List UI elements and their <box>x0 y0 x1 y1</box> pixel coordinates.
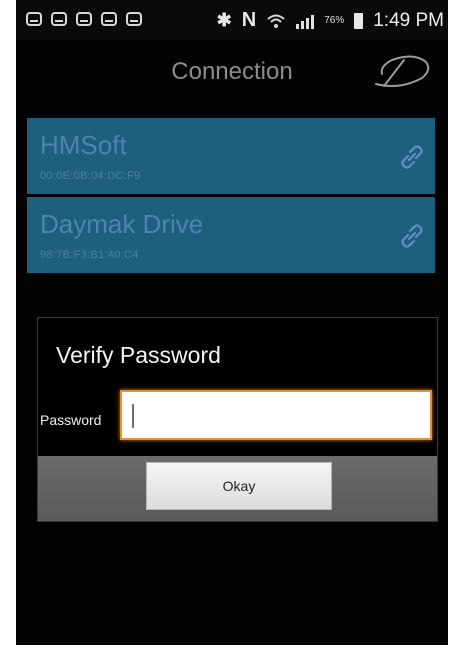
device-item-hmsoft[interactable]: HMSoft 00:0E:0B:04:DC:F9 <box>27 118 435 194</box>
device-address: 98:7B:F3:B1:40:C4 <box>40 249 139 261</box>
clock: 1:49 PM <box>373 9 444 31</box>
wifi-icon <box>267 14 285 28</box>
battery-percent: 76% <box>324 15 345 26</box>
password-label: Password <box>40 412 102 428</box>
device-address: 00:0E:0B:04:DC:F9 <box>40 170 141 182</box>
nfc-icon: N <box>241 9 257 31</box>
status-bar: ✱ N 76% 1:49 PM <box>16 0 448 40</box>
signal-icon <box>296 13 315 29</box>
verify-password-dialog: Verify Password Password Okay <box>37 317 438 522</box>
notification-icons <box>26 12 142 26</box>
app-header: Connection <box>16 40 448 108</box>
battery-icon <box>354 12 364 29</box>
bluetooth-icon: ✱ <box>216 10 232 30</box>
message-icon <box>26 12 42 26</box>
device-name: HMSoft <box>40 130 127 160</box>
message-icon <box>101 12 117 26</box>
device-name: Daymak Drive <box>40 209 204 239</box>
daymak-logo <box>375 55 430 87</box>
link-icon[interactable] <box>399 223 425 249</box>
okay-button[interactable]: Okay <box>146 462 332 510</box>
message-icon <box>126 12 142 26</box>
password-input[interactable] <box>120 390 432 440</box>
message-icon <box>51 12 67 26</box>
text-cursor <box>132 404 134 428</box>
dialog-footer: Okay <box>38 456 437 521</box>
dialog-title: Verify Password <box>56 342 221 368</box>
phone-screen: ✱ N 76% 1:49 PM Connection HMSoft 00:0E:… <box>16 0 448 645</box>
link-icon[interactable] <box>399 144 425 170</box>
device-item-daymak-drive[interactable]: Daymak Drive 98:7B:F3:B1:40:C4 <box>27 197 435 273</box>
message-icon <box>76 12 92 26</box>
